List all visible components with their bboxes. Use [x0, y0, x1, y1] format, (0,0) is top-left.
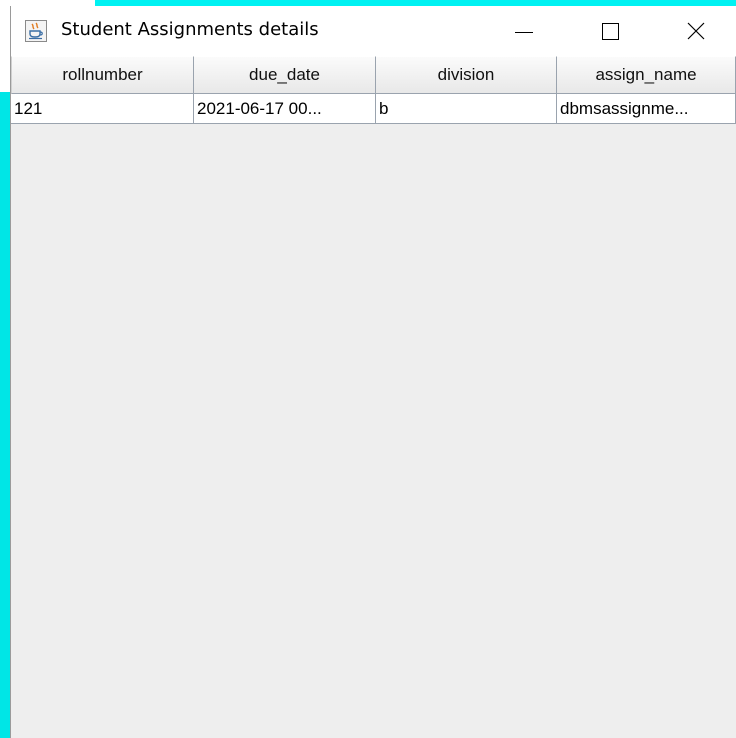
column-header-assign-name[interactable]: assign_name [557, 56, 736, 94]
table-cell-division[interactable]: b [376, 94, 557, 124]
close-button[interactable] [653, 6, 736, 56]
column-header-rollnumber[interactable]: rollnumber [11, 56, 194, 94]
minimize-icon [515, 31, 533, 33]
maximize-button[interactable] [567, 6, 653, 56]
screen: Student Assignments details rollnumber d… [0, 0, 736, 738]
student-assignments-window: Student Assignments details rollnumber d… [10, 6, 736, 738]
title-bar[interactable]: Student Assignments details [11, 6, 736, 56]
desktop-background-edge [0, 92, 10, 738]
column-header-due-date[interactable]: due_date [194, 56, 376, 94]
maximize-icon [601, 22, 619, 40]
table-row[interactable]: 121 2021-06-17 00... b dbmsassignme... [11, 94, 736, 124]
window-title: Student Assignments details [61, 19, 319, 40]
table-cell-due-date[interactable]: 2021-06-17 00... [194, 94, 376, 124]
table-cell-assign-name[interactable]: dbmsassignme... [557, 94, 736, 124]
minimize-button[interactable] [481, 6, 567, 56]
java-coffee-cup-icon[interactable] [25, 20, 47, 42]
close-icon [687, 22, 705, 40]
column-header-division[interactable]: division [376, 56, 557, 94]
table-cell-rollnumber[interactable]: 121 [11, 94, 194, 124]
table-header: rollnumber due_date division assign_name [11, 56, 736, 94]
assignments-table: rollnumber due_date division assign_name… [11, 56, 736, 124]
